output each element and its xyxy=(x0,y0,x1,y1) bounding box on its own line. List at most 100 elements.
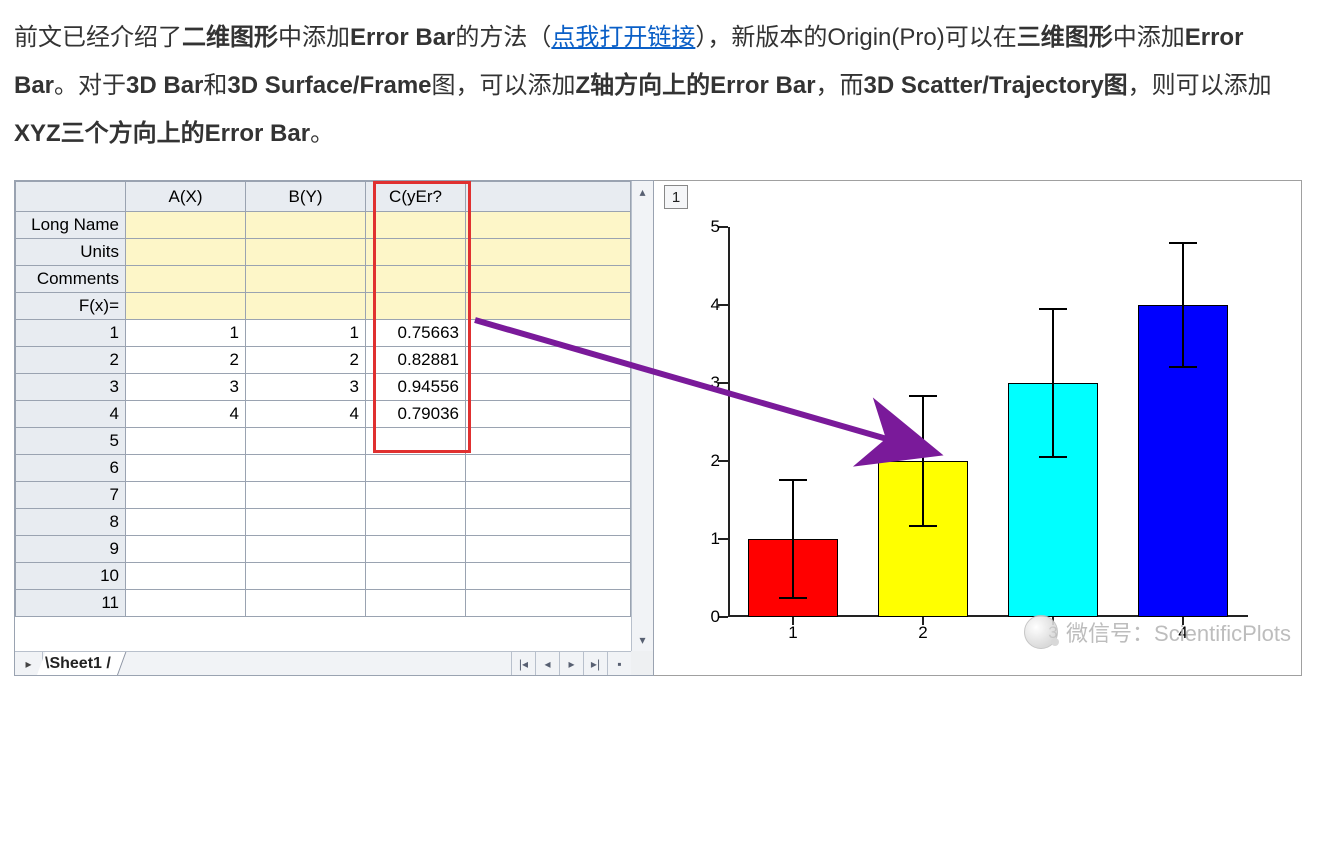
row-number[interactable]: 3 xyxy=(16,374,126,401)
cell[interactable] xyxy=(366,563,466,590)
cell[interactable] xyxy=(466,536,631,563)
cell[interactable]: 0.82881 xyxy=(366,347,466,374)
cell[interactable] xyxy=(246,536,366,563)
open-link[interactable]: 点我打开链接 xyxy=(551,24,695,51)
row-header[interactable]: F(x)= xyxy=(16,293,126,320)
cell[interactable] xyxy=(366,428,466,455)
row-number[interactable]: 7 xyxy=(16,482,126,509)
cell[interactable]: 2 xyxy=(126,347,246,374)
cell[interactable]: 0.94556 xyxy=(366,374,466,401)
sheet-tab[interactable]: \Sheet1 / xyxy=(37,652,127,676)
cell[interactable] xyxy=(246,455,366,482)
cell[interactable] xyxy=(126,509,246,536)
cell[interactable] xyxy=(126,482,246,509)
cell[interactable] xyxy=(466,239,631,266)
cell[interactable]: 3 xyxy=(246,374,366,401)
row-number[interactable]: 11 xyxy=(16,590,126,617)
row-header[interactable]: Long Name xyxy=(16,212,126,239)
col-header-b[interactable]: B(Y) xyxy=(246,182,366,212)
cell[interactable] xyxy=(466,455,631,482)
row-header[interactable]: Units xyxy=(16,239,126,266)
scroll-right-icon[interactable]: ▸ xyxy=(559,652,583,676)
cell[interactable] xyxy=(126,590,246,617)
layer-badge[interactable]: 1 xyxy=(664,185,688,209)
col-header-a[interactable]: A(X) xyxy=(126,182,246,212)
cell[interactable] xyxy=(466,482,631,509)
row-number[interactable]: 4 xyxy=(16,401,126,428)
cell[interactable] xyxy=(126,455,246,482)
cell[interactable] xyxy=(246,563,366,590)
cell[interactable] xyxy=(466,563,631,590)
col-header-blank[interactable] xyxy=(466,182,631,212)
cell[interactable] xyxy=(466,374,631,401)
col-header-c[interactable]: C(yEr? xyxy=(366,182,466,212)
cell[interactable] xyxy=(466,347,631,374)
data-grid[interactable]: A(X) B(Y) C(yEr? Long NameUnitsCommentsF… xyxy=(15,181,631,617)
cell[interactable] xyxy=(126,293,246,320)
cell[interactable]: 0.79036 xyxy=(366,401,466,428)
cell[interactable] xyxy=(466,212,631,239)
vertical-scrollbar[interactable]: ▴ ▾ xyxy=(631,181,653,651)
cell[interactable] xyxy=(366,509,466,536)
cell[interactable] xyxy=(466,266,631,293)
text: 。对于 xyxy=(54,72,126,99)
cell[interactable] xyxy=(246,239,366,266)
cell[interactable] xyxy=(366,266,466,293)
row-number[interactable]: 6 xyxy=(16,455,126,482)
cell[interactable] xyxy=(126,212,246,239)
cell[interactable] xyxy=(246,212,366,239)
cell[interactable] xyxy=(246,293,366,320)
scroll-left-icon[interactable]: ◂ xyxy=(535,652,559,676)
cell[interactable] xyxy=(466,401,631,428)
cell[interactable] xyxy=(246,266,366,293)
bar-chart: 0123451234 xyxy=(728,227,1248,617)
cell[interactable] xyxy=(126,428,246,455)
cell[interactable] xyxy=(126,563,246,590)
row-number[interactable]: 10 xyxy=(16,563,126,590)
cell[interactable]: 1 xyxy=(126,320,246,347)
scroll-up-icon[interactable]: ▴ xyxy=(632,181,653,203)
cell[interactable] xyxy=(246,590,366,617)
error-bar xyxy=(1182,243,1184,366)
cell[interactable]: 0.75663 xyxy=(366,320,466,347)
cell[interactable]: 1 xyxy=(246,320,366,347)
table-row: 6 xyxy=(16,455,631,482)
error-bar xyxy=(792,480,794,598)
cell[interactable] xyxy=(246,482,366,509)
cell[interactable]: 2 xyxy=(246,347,366,374)
cell[interactable] xyxy=(366,455,466,482)
cell[interactable] xyxy=(466,293,631,320)
cell[interactable] xyxy=(466,509,631,536)
row-header[interactable]: Comments xyxy=(16,266,126,293)
cell[interactable] xyxy=(366,212,466,239)
cell[interactable] xyxy=(126,266,246,293)
scroll-right-end-icon[interactable]: ▸| xyxy=(583,652,607,676)
row-number[interactable]: 2 xyxy=(16,347,126,374)
scroll-down-icon[interactable]: ▾ xyxy=(632,629,653,651)
text: 前文已经介绍了 xyxy=(14,24,182,51)
table-row: 8 xyxy=(16,509,631,536)
cell[interactable]: 4 xyxy=(126,401,246,428)
cell[interactable] xyxy=(126,239,246,266)
row-number[interactable]: 8 xyxy=(16,509,126,536)
cell[interactable] xyxy=(246,509,366,536)
cell[interactable] xyxy=(246,428,366,455)
cell[interactable] xyxy=(366,482,466,509)
cell[interactable] xyxy=(466,428,631,455)
cell[interactable] xyxy=(366,239,466,266)
row-number[interactable]: 9 xyxy=(16,536,126,563)
scroll-left-end-icon[interactable]: |◂ xyxy=(511,652,535,676)
cell[interactable] xyxy=(366,536,466,563)
cell[interactable]: 4 xyxy=(246,401,366,428)
cell[interactable] xyxy=(466,320,631,347)
row-number[interactable]: 1 xyxy=(16,320,126,347)
corner-header[interactable] xyxy=(16,182,126,212)
cell[interactable]: 3 xyxy=(126,374,246,401)
figure-row: A(X) B(Y) C(yEr? Long NameUnitsCommentsF… xyxy=(14,180,1313,676)
cell[interactable] xyxy=(466,590,631,617)
cell[interactable] xyxy=(366,293,466,320)
row-number[interactable]: 5 xyxy=(16,428,126,455)
cell[interactable] xyxy=(126,536,246,563)
cell[interactable] xyxy=(366,590,466,617)
table-row: 10 xyxy=(16,563,631,590)
